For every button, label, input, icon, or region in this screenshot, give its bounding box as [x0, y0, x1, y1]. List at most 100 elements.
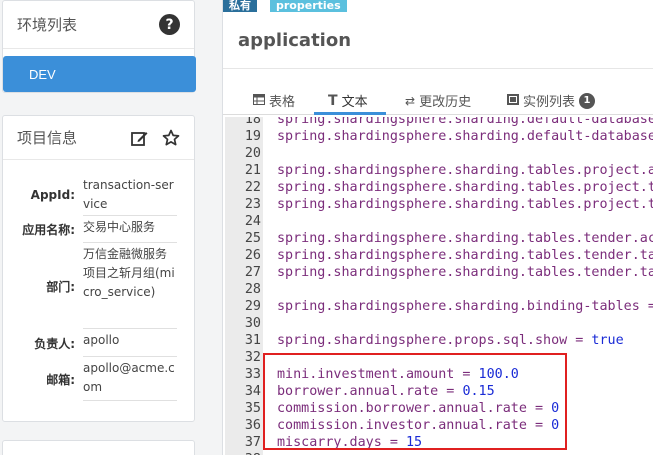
history-icon: ⇄ — [405, 93, 416, 108]
line-number: 19 — [244, 129, 261, 144]
code-text: spring.shardingsphere.sharding.tables.te… — [277, 230, 653, 247]
property-key: spring.shardingsphere.props.sql.show = — [277, 333, 592, 348]
property-key: commission.borrower.annual.rate = — [277, 401, 552, 416]
editor-line: 34 borrower.annual.rate = 0.15 — [225, 383, 653, 400]
editor-line: 30 — [225, 315, 653, 332]
format-badge: properties — [270, 0, 347, 12]
code-text: commission.investor.annual.rate = 0 — [277, 417, 559, 434]
extra-panel — [2, 440, 195, 455]
code-text: borrower.annual.rate = 0.15 — [277, 383, 495, 400]
line-number: 31 — [244, 333, 261, 348]
code-text: spring.shardingsphere.sharding.tables.te… — [277, 247, 653, 264]
editor-line: 24 — [225, 213, 653, 230]
line-number: 29 — [244, 299, 261, 314]
code-text: spring.shardingsphere.sharding.default-d… — [277, 117, 653, 128]
editor-line: 31 spring.shardingsphere.props.sql.show =… — [225, 332, 653, 349]
editor-line: 37 miscarry.days = 15 — [225, 434, 653, 451]
tab-history[interactable]: ⇄ 更改历史 — [405, 91, 472, 111]
code-text: spring.shardingsphere.sharding.tables.pr… — [277, 179, 653, 196]
property-key: miscarry.days = — [277, 435, 406, 450]
edit-icon[interactable] — [130, 129, 148, 147]
line-number: 37 — [244, 435, 261, 450]
env-list-panel: 环境列表 ? DEV — [2, 0, 196, 93]
project-info-table: AppId: transaction-service 应用名称: 交易中心服务 … — [3, 174, 196, 401]
property-key: spring.shardingsphere.sharding.binding-t… — [277, 299, 653, 314]
tab-label: 文本 — [341, 95, 368, 110]
property-value: 0 — [551, 401, 560, 416]
code-text: miscarry.days = 15 — [277, 434, 422, 451]
editor-line: 32 — [225, 349, 653, 366]
line-number: 24 — [244, 214, 261, 229]
info-value: 万信金融微服务项目之斩月组(micro_service) — [83, 243, 177, 329]
line-number: 18 — [244, 117, 261, 127]
info-key: 邮箱: — [46, 372, 75, 387]
text-editor[interactable]: 18 spring.shardingsphere.sharding.default… — [225, 117, 653, 455]
property-key: spring.shardingsphere.sharding.default-d… — [277, 129, 653, 144]
info-row-app-name: 应用名称: 交易中心服务 — [3, 216, 196, 243]
line-number: 27 — [244, 265, 261, 280]
editor-line: 33 mini.investment.amount = 100.0 — [225, 366, 653, 383]
line-number: 38 — [225, 451, 261, 455]
line-number: 32 — [244, 350, 261, 365]
view-tabs: 表格 T 文本 ⇄ 更改历史 实例列表 1 — [223, 88, 653, 115]
editor-line: 27 spring.shardingsphere.sharding.tables.… — [225, 264, 653, 281]
property-key: spring.shardingsphere.sharding.tables.te… — [277, 248, 653, 263]
active-tab-indicator — [314, 112, 386, 115]
tab-instances[interactable]: 实例列表 1 — [507, 91, 596, 110]
property-key: mini.investment.amount = — [277, 367, 479, 382]
tab-label: 实例列表 — [523, 95, 576, 110]
property-key: commission.investor.annual.rate = — [277, 418, 552, 433]
info-key: 负责人: — [34, 336, 75, 351]
line-number: 34 — [244, 384, 261, 399]
info-row-department: 部门: 万信金融微服务项目之斩月组(micro_service) — [3, 243, 196, 329]
code-text: spring.shardingsphere.sharding.default-d… — [277, 128, 653, 145]
project-info-panel: 项目信息 AppId: transaction-service 应用名称: 交易… — [2, 115, 195, 422]
property-key: spring.shardingsphere.sharding.tables.te… — [277, 265, 653, 280]
line-number: 30 — [244, 316, 261, 331]
tab-label: 更改历史 — [419, 95, 472, 110]
env-item-label: DEV — [29, 66, 56, 82]
editor-line: 29 spring.shardingsphere.sharding.binding… — [225, 298, 653, 315]
env-list-header: 环境列表 ? — [3, 1, 194, 49]
info-value: transaction-service — [83, 174, 177, 216]
private-badge: 私有 — [223, 0, 257, 12]
star-icon[interactable] — [162, 129, 180, 147]
editor-line: 18 spring.shardingsphere.sharding.default… — [225, 117, 653, 128]
editor-line: 28 — [225, 281, 653, 298]
property-value: 15 — [406, 435, 423, 450]
editor-line: 35 commission.borrower.annual.rate = 0 — [225, 400, 653, 417]
line-number: 26 — [244, 248, 261, 263]
question-circle-icon[interactable]: ? — [159, 14, 180, 35]
info-key: 应用名称: — [22, 223, 75, 237]
namespace-panel: 私有 properties application 表格 T 文本 ⇄ 更改历史… — [222, 0, 653, 455]
code-text: spring.shardingsphere.props.sql.show = t… — [277, 332, 624, 349]
property-value: true — [591, 333, 624, 348]
info-value: 交易中心服务 — [83, 216, 177, 243]
instance-count-badge: 1 — [579, 92, 596, 109]
env-item-dev[interactable]: DEV — [3, 56, 196, 92]
namespace-title: application — [238, 30, 352, 51]
project-info-header: 项目信息 — [3, 116, 194, 160]
text-icon: T — [328, 92, 338, 109]
tab-label: 表格 — [269, 95, 296, 110]
editor-line: 21 spring.shardingsphere.sharding.tables.… — [225, 162, 653, 179]
property-value: 100.0 — [478, 367, 519, 382]
code-text: mini.investment.amount = 100.0 — [277, 366, 519, 383]
property-key: borrower.annual.rate = — [277, 384, 463, 399]
code-text: spring.shardingsphere.sharding.tables.pr… — [277, 196, 653, 213]
info-row-owner: 负责人: apollo — [3, 329, 196, 357]
line-number: 22 — [244, 180, 261, 195]
server-icon — [507, 93, 519, 108]
editor-line: 19 spring.shardingsphere.sharding.default… — [225, 128, 653, 145]
editor-line: 20 — [225, 145, 653, 162]
editor-line: 36 commission.investor.annual.rate = 0 — [225, 417, 653, 434]
info-value: apollo — [83, 329, 177, 357]
property-value: 0.15 — [462, 384, 495, 399]
editor-line: 22 spring.shardingsphere.sharding.tables.… — [225, 179, 653, 196]
tab-table[interactable]: 表格 — [253, 91, 295, 110]
property-key: spring.shardingsphere.sharding.tables.te… — [277, 231, 653, 246]
info-row-appid: AppId: transaction-service — [3, 174, 196, 216]
info-key: 部门: — [46, 279, 75, 294]
line-number: 36 — [244, 418, 261, 433]
tab-text[interactable]: T 文本 — [328, 91, 368, 111]
